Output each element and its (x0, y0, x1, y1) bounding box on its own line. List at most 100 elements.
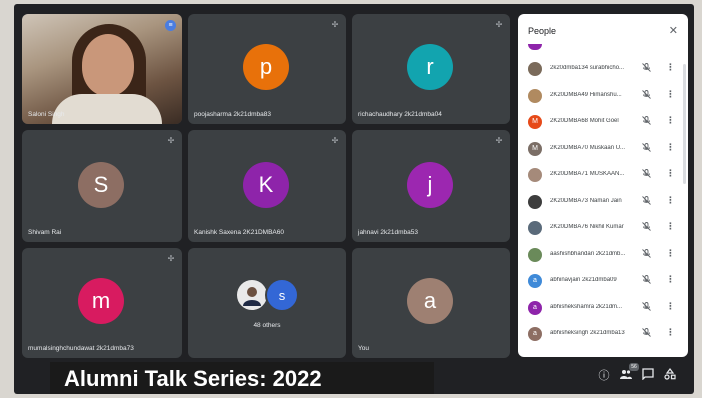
avatar: a (528, 327, 542, 341)
participant-tile-pooja[interactable]: ✢ p poojasharma 2k21dmba83 (188, 14, 346, 124)
person-name: 2K20DMBA71 MUSKAAN... (550, 171, 625, 177)
more-vert-icon[interactable]: ⋮ (666, 89, 675, 100)
avatar-initial: r (426, 54, 434, 79)
participant-name: Saloni Singh (28, 111, 65, 118)
self-tile[interactable]: a You (352, 248, 510, 358)
more-vert-icon[interactable]: ⋮ (666, 62, 675, 73)
more-vert-icon[interactable]: ⋮ (666, 115, 675, 126)
people-list-item[interactable]: a abhinavjain 2k21dmba09 ⋮ (518, 268, 688, 294)
mic-off-icon (642, 63, 651, 74)
others-tile[interactable]: s 48 others (188, 248, 346, 358)
avatar: a (528, 300, 542, 315)
avatar (528, 221, 542, 235)
activities-glyph (664, 368, 676, 380)
avatar: K (243, 162, 289, 208)
people-panel-title: People (528, 26, 557, 36)
avatar-initial: s (278, 287, 286, 303)
people-list-item[interactable]: 2K20DMBA49 Himanshu... ⋮ (518, 83, 688, 109)
avatar: M (528, 115, 542, 129)
participant-tile-richa[interactable]: ✢ r richachaudhary 2k21dmba04 (352, 14, 510, 124)
more-vert-icon[interactable]: ⋮ (666, 327, 675, 338)
people-list-item[interactable]: a abhishekshamra 2k21dm... ⋮ (518, 295, 688, 321)
avatar (528, 194, 542, 209)
more-vert-icon[interactable]: ⋮ (666, 168, 675, 179)
person-name: abhisheksingh 2k21dmba13 (550, 330, 625, 336)
more-vert-icon[interactable]: ⋮ (666, 142, 675, 153)
avatar: a (407, 278, 453, 324)
person-name: 2K20DMBA73 Naman Jain (550, 197, 622, 204)
person-photo-icon (243, 287, 261, 306)
pin-icon[interactable]: ✢ (494, 20, 504, 30)
mic-off-icon (642, 169, 651, 180)
participant-name: jahnavi 2k21dmba53 (358, 229, 418, 236)
people-list-item[interactable]: a abhisheksingh 2k21dmba13 ⋮ (518, 321, 688, 347)
person-name: 2K20DMBA49 Himanshu... (550, 91, 622, 98)
avatar (235, 278, 269, 312)
people-list-item[interactable]: aashishbhandari 2k21dmb... ⋮ (518, 242, 688, 268)
avatar: p (243, 44, 289, 90)
mic-off-icon (642, 116, 651, 127)
pin-icon[interactable]: ✢ (330, 136, 340, 146)
pin-icon[interactable]: ✢ (494, 136, 504, 146)
participant-name: poojasharma 2k21dmba83 (194, 111, 271, 118)
avatar: a (528, 274, 542, 288)
avatar: s (265, 278, 299, 312)
participant-tile-jahnavi[interactable]: ✢ j jahnavi 2k21dmba53 (352, 130, 510, 242)
mic-off-icon (642, 328, 651, 339)
people-list-item[interactable]: 2k20dmba134 surabhicho... ⋮ (518, 56, 688, 82)
more-vert-icon[interactable]: ⋮ (666, 301, 675, 312)
participant-tile-kanishk[interactable]: ✢ K Kanishk Saxena 2K21DMBA60 (188, 130, 346, 242)
person-name: 2K20DMBA70 Muskaan U... (550, 144, 626, 151)
meeting-screen: ≡ Saloni Singh ✢ p poojasharma 2k21dmba8… (14, 4, 694, 394)
more-vert-icon[interactable]: ⋮ (666, 195, 675, 206)
people-list-item[interactable]: 2K20DMBA71 MUSKAAN... ⋮ (518, 162, 688, 188)
person-name: 2K20DMBA76 Nikhil Kumar (550, 224, 624, 230)
person-name: abhishekshamra 2k21dm... (550, 303, 623, 310)
more-vert-icon[interactable]: ⋮ (666, 274, 675, 285)
participant-tile-shivam[interactable]: ✢ S Shivam Rai (22, 130, 182, 242)
people-icon[interactable]: 56 (618, 363, 639, 384)
info-icon[interactable]: ⓘ (596, 368, 612, 384)
people-list-item[interactable]: 2K20DMBA76 Nikhil Kumar ⋮ (518, 215, 688, 241)
avatar-initial: K (258, 172, 274, 197)
avatar-initial: a (533, 277, 537, 284)
speaking-indicator-icon: ≡ (165, 20, 176, 31)
chat-icon[interactable] (640, 368, 656, 384)
mic-off-icon (642, 89, 651, 101)
avatar: M (528, 141, 542, 156)
participant-name: richachaudhary 2k21dmba04 (358, 111, 442, 118)
mic-off-icon (642, 195, 651, 207)
more-vert-icon[interactable]: ⋮ (666, 248, 675, 259)
people-count-badge: 56 (629, 363, 639, 371)
avatar (528, 62, 542, 76)
person-name: 2K20DMBA68 Mohit Goel (550, 118, 619, 124)
others-count: 48 others (253, 322, 281, 329)
avatar-initial: j (427, 172, 433, 197)
more-vert-icon[interactable]: ⋮ (666, 221, 675, 232)
people-list-item[interactable]: M 2K20DMBA68 Mohit Goel ⋮ (518, 109, 688, 135)
pin-icon[interactable]: ✢ (166, 254, 176, 264)
avatar: j (407, 162, 453, 208)
people-list-item[interactable]: 2K20DMBA73 Naman Jain ⋮ (518, 189, 688, 215)
avatar-initial: S (93, 172, 109, 197)
pin-icon[interactable]: ✢ (166, 136, 176, 146)
close-icon[interactable]: ✕ (669, 24, 678, 37)
participant-tile-mumal[interactable]: ✢ m mumalsinghchundawat 2k21dmba73 (22, 248, 182, 358)
mic-off-icon (642, 248, 651, 260)
avatar: m (78, 278, 124, 324)
mic-off-icon (642, 142, 651, 154)
person-name: abhinavjain 2k21dmba09 (550, 277, 617, 283)
pin-icon[interactable]: ✢ (330, 20, 340, 30)
person-name: aashishbhandari 2k21dmb... (550, 250, 626, 257)
people-list-item[interactable]: M 2K20DMBA70 Muskaan U... ⋮ (518, 136, 688, 162)
video-tile-saloni[interactable]: ≡ Saloni Singh (22, 14, 182, 124)
avatar-initial: a (533, 303, 537, 311)
event-banner: Alumni Talk Series: 2022 (50, 362, 434, 394)
participant-video (22, 14, 182, 124)
people-panel: People ✕ 2k20dmba134 surabhicho... ⋮ 2K20D… (518, 14, 688, 357)
avatar (528, 88, 542, 103)
person-name: 2k20dmba134 surabhicho... (550, 65, 625, 71)
avatar-initial: M (532, 118, 538, 125)
mic-off-icon (642, 275, 651, 286)
activities-icon[interactable] (662, 368, 678, 384)
